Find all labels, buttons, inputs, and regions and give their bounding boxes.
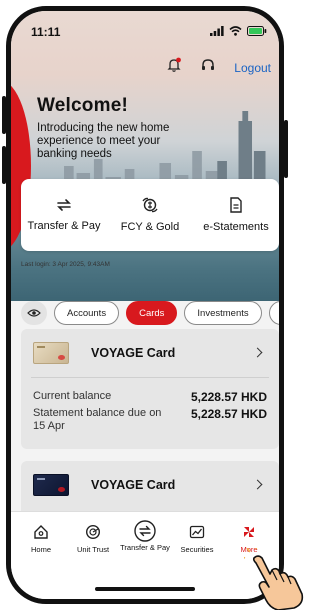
notification-bell-icon[interactable] — [166, 57, 182, 78]
card-thumbnail-image — [33, 474, 69, 496]
welcome-section: Welcome! Introducing the new home experi… — [37, 95, 197, 161]
card-thumbnail-image — [33, 342, 69, 364]
transfer-icon — [57, 199, 71, 211]
welcome-subtitle: Introducing the new home experience to m… — [37, 122, 170, 160]
quick-action-e-statements[interactable]: e-Statements — [193, 179, 279, 251]
battery-icon — [247, 26, 267, 36]
logout-link[interactable]: Logout — [234, 61, 271, 75]
quick-action-fcy-gold[interactable]: FCY & Gold — [107, 179, 193, 251]
wifi-icon — [229, 26, 242, 36]
nav-home[interactable]: Home — [15, 524, 67, 554]
statement-balance-row: Statement balance due on 15 Apr 5,228.57… — [21, 407, 279, 433]
current-balance-row: Current balance 5,228.57 HKD — [21, 390, 279, 404]
show-balance-toggle[interactable] — [21, 301, 47, 325]
phone-screen: 11:11 Logout Welcome! Introducing the ne… — [6, 6, 284, 604]
more-icon — [244, 527, 254, 537]
quick-action-label: Transfer & Pay — [27, 220, 101, 232]
home-indicator — [95, 587, 195, 591]
nav-label: Transfer & Pay — [120, 543, 170, 552]
signal-icon — [210, 26, 224, 36]
product-filter-chips: Accounts Cards Investments M — [21, 301, 279, 325]
status-icons — [210, 26, 267, 36]
nav-unit-trust[interactable]: Unit Trust — [67, 524, 119, 554]
unit-trust-icon — [85, 524, 101, 540]
chevron-right-icon — [253, 479, 265, 491]
headset-support-icon[interactable] — [200, 57, 216, 78]
nav-securities[interactable]: Securities — [171, 524, 223, 554]
tapping-hand-icon — [244, 548, 304, 610]
welcome-title: Welcome! — [37, 95, 128, 116]
quick-action-label: FCY & Gold — [120, 221, 180, 233]
transfer-icon — [134, 520, 156, 542]
bottom-navigation: Home Unit Trust Transfer & Pay Securitie… — [11, 511, 279, 599]
status-time: 11:11 — [31, 25, 61, 39]
fcy-gold-icon — [142, 197, 158, 213]
power-button — [284, 120, 288, 178]
card-header: VOYAGE Card — [21, 329, 279, 377]
nav-transfer-pay[interactable]: Transfer & Pay — [119, 520, 171, 554]
statement-balance-value: 5,228.57 HKD — [190, 407, 267, 421]
status-bar: 11:11 — [11, 23, 279, 43]
nav-label: Securities — [180, 545, 214, 554]
current-balance-value: 5,228.57 HKD — [190, 390, 267, 404]
nav-label: Unit Trust — [76, 545, 110, 554]
quick-action-label: e-Statements — [203, 221, 269, 233]
quick-action-transfer-pay[interactable]: Transfer & Pay — [21, 179, 107, 251]
nav-label: Home — [30, 545, 51, 554]
filter-chip-accounts[interactable]: Accounts — [54, 301, 120, 325]
credit-card-item[interactable]: VOYAGE Card Current balance 5,228.57 HKD… — [21, 329, 279, 449]
card-name: VOYAGE Card — [91, 346, 176, 360]
eye-icon — [27, 309, 41, 317]
last-login-text: Last login: 3 Apr 2025, 9:43AM — [21, 261, 110, 268]
securities-icon — [189, 525, 205, 539]
chevron-right-icon — [253, 347, 265, 359]
card-name: VOYAGE Card — [91, 478, 176, 492]
statement-balance-label: Statement balance due on 15 Apr — [33, 407, 162, 432]
card-header: VOYAGE Card — [21, 461, 279, 509]
filter-chip-cards[interactable]: Cards — [126, 301, 178, 325]
top-actions: Logout — [166, 57, 271, 78]
filter-chip-investments[interactable]: Investments — [184, 301, 262, 325]
document-icon — [230, 197, 242, 213]
current-balance-label: Current balance — [33, 390, 112, 402]
home-icon — [34, 525, 48, 539]
card-divider — [31, 377, 269, 378]
quick-actions-card: Transfer & Pay FCY & Gold e-Statements — [21, 179, 279, 251]
filter-chip-more[interactable]: M — [268, 301, 279, 325]
